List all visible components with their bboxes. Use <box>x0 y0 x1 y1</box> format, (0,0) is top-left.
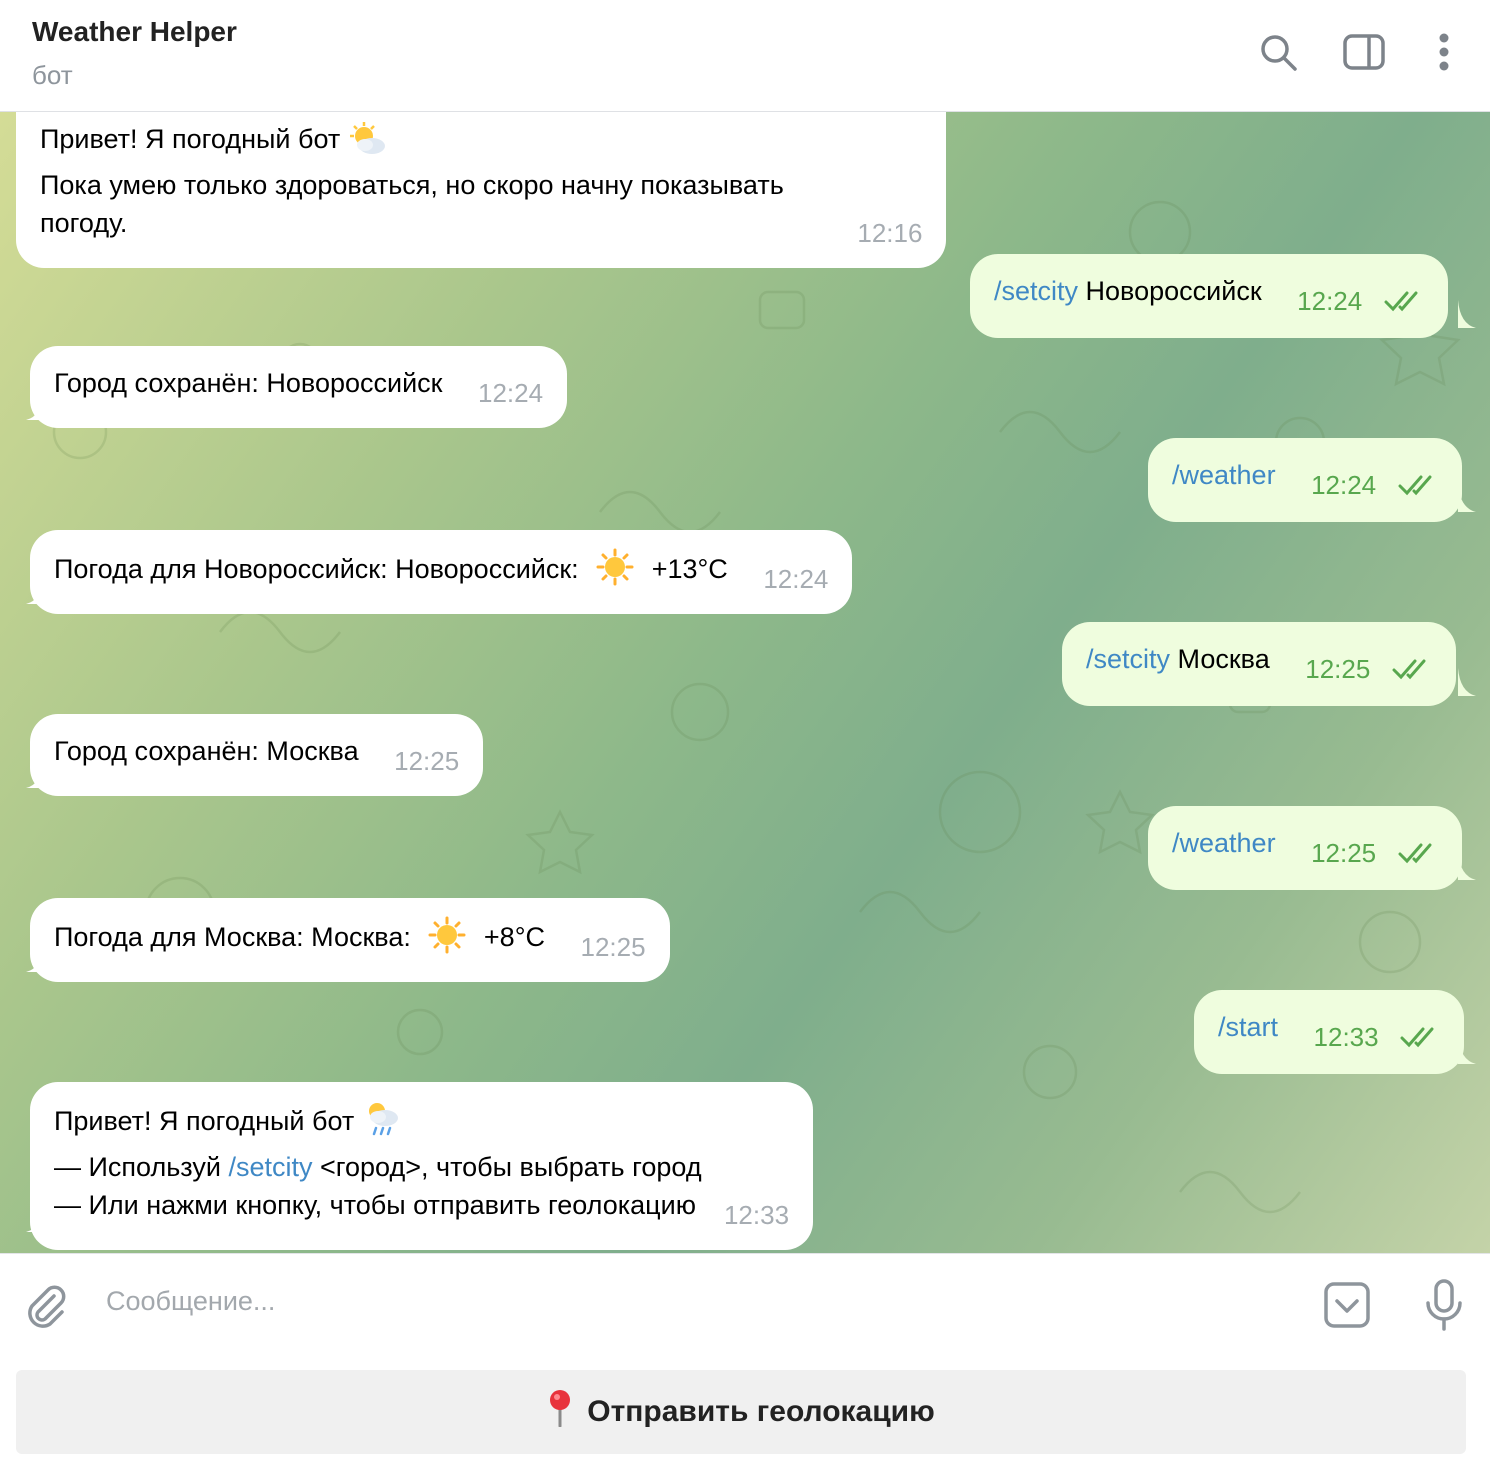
message-time: 12:24 <box>478 378 544 408</box>
double-check-icon <box>1398 468 1438 506</box>
bubble-tail <box>26 576 44 604</box>
sidebar-toggle-icon[interactable] <box>1342 30 1386 74</box>
message-text: Пока умею только здороваться, но скоро н… <box>40 170 784 200</box>
bot-command-link[interactable]: /setcity <box>1086 644 1170 674</box>
message-text: — Или нажми кнопку, чтобы отправить геол… <box>54 1190 696 1220</box>
chat-title[interactable]: Weather Helper <box>32 16 237 48</box>
message-incoming[interactable]: Привет! Я погодный бот Пока умею только … <box>16 112 947 268</box>
bubble-tail <box>1458 300 1476 328</box>
double-check-icon <box>1400 1020 1440 1058</box>
round-pushpin-icon <box>547 1389 573 1435</box>
message-text: Привет! Я погодный бот <box>54 1106 355 1136</box>
more-vertical-icon[interactable] <box>1422 30 1466 74</box>
temperature-value: +13°C <box>651 554 728 584</box>
chat-subtitle: бот <box>32 60 73 90</box>
message-time: 12:24 <box>1297 286 1363 316</box>
message-time: 12:25 <box>394 746 460 776</box>
message-incoming[interactable]: Погода для Новороссийск: Новороссийск: +… <box>30 530 853 614</box>
message-time: 12:24 <box>763 564 829 594</box>
message-text: Погода для Москва: Москва: <box>54 922 411 952</box>
bot-command-link[interactable]: /setcity <box>994 276 1078 306</box>
message-time: 12:25 <box>1311 838 1377 868</box>
reply-keyboard: Отправить геолокацию <box>0 1353 1490 1462</box>
message-time: 12:25 <box>580 932 646 962</box>
cloud-with-rain-icon <box>364 1100 400 1148</box>
bot-command-link[interactable]: /weather <box>1172 828 1276 858</box>
message-text: <город>, чтобы выбрать город <box>320 1152 702 1182</box>
double-check-icon <box>1392 652 1432 690</box>
message-composer: Сообщение... <box>0 1253 1490 1353</box>
message-text: Москва <box>1177 644 1270 674</box>
message-text: Город сохранён: Москва <box>54 736 359 766</box>
double-check-icon <box>1398 836 1438 874</box>
attach-icon[interactable] <box>22 1282 70 1330</box>
message-outgoing[interactable]: /setcity Новороссийск 12:24 <box>970 254 1448 338</box>
bubble-tail <box>26 392 44 420</box>
double-check-icon <box>1384 284 1424 322</box>
bot-command-link[interactable]: /setcity <box>228 1152 312 1182</box>
search-icon[interactable] <box>1256 30 1300 74</box>
bubble-tail <box>26 1204 44 1232</box>
bot-command-link[interactable]: /start <box>1218 1012 1278 1042</box>
chat-header: Weather Helper бот <box>0 0 1490 112</box>
message-incoming[interactable]: Город сохранён: Москва 12:25 <box>30 714 484 796</box>
message-outgoing[interactable]: /weather 12:24 <box>1148 438 1462 522</box>
microphone-icon[interactable] <box>1420 1278 1468 1332</box>
bubble-tail <box>26 944 44 972</box>
message-text: погоду. <box>40 208 128 238</box>
message-time: 12:33 <box>723 1200 790 1230</box>
message-text: Новороссийск <box>1085 276 1262 306</box>
message-text: Погода для Новороссийск: Новороссийск: <box>54 554 579 584</box>
bubble-tail <box>1458 852 1476 880</box>
sun-icon <box>596 548 634 596</box>
message-outgoing[interactable]: /start 12:33 <box>1194 990 1465 1074</box>
chat-history[interactable]: Привет! Я погодный бот Пока умею только … <box>0 112 1490 1253</box>
sun-behind-cloud-icon <box>350 122 386 166</box>
message-time: 12:24 <box>1311 470 1377 500</box>
message-incoming[interactable]: Погода для Москва: Москва: +8°C 12:25 <box>30 898 670 982</box>
bubble-tail <box>1458 484 1476 512</box>
bubble-tail <box>1458 668 1476 696</box>
message-text: — Используй <box>54 1152 221 1182</box>
message-time: 12:25 <box>1305 654 1371 684</box>
sun-icon <box>428 916 466 964</box>
message-input[interactable]: Сообщение... <box>106 1286 275 1317</box>
message-text: Привет! Я погодный бот <box>40 124 341 154</box>
message-time: 12:33 <box>1313 1022 1379 1052</box>
send-location-button[interactable]: Отправить геолокацию <box>16 1370 1466 1454</box>
message-outgoing[interactable]: /weather 12:25 <box>1148 806 1462 890</box>
message-incoming[interactable]: Город сохранён: Новороссийск 12:24 <box>30 346 568 428</box>
bot-command-link[interactable]: /weather <box>1172 460 1276 490</box>
message-time: 12:16 <box>857 218 923 248</box>
bubble-tail <box>26 760 44 788</box>
message-outgoing[interactable]: /setcity Москва 12:25 <box>1062 622 1456 706</box>
keyboard-toggle-icon[interactable] <box>1322 1280 1372 1330</box>
temperature-value: +8°C <box>483 922 545 952</box>
message-text: Город сохранён: Новороссийск <box>54 368 443 398</box>
message-incoming[interactable]: Привет! Я погодный бот — Используй /setc… <box>30 1082 814 1250</box>
send-location-label: Отправить геолокацию <box>587 1395 935 1428</box>
bubble-tail <box>1458 1036 1476 1064</box>
